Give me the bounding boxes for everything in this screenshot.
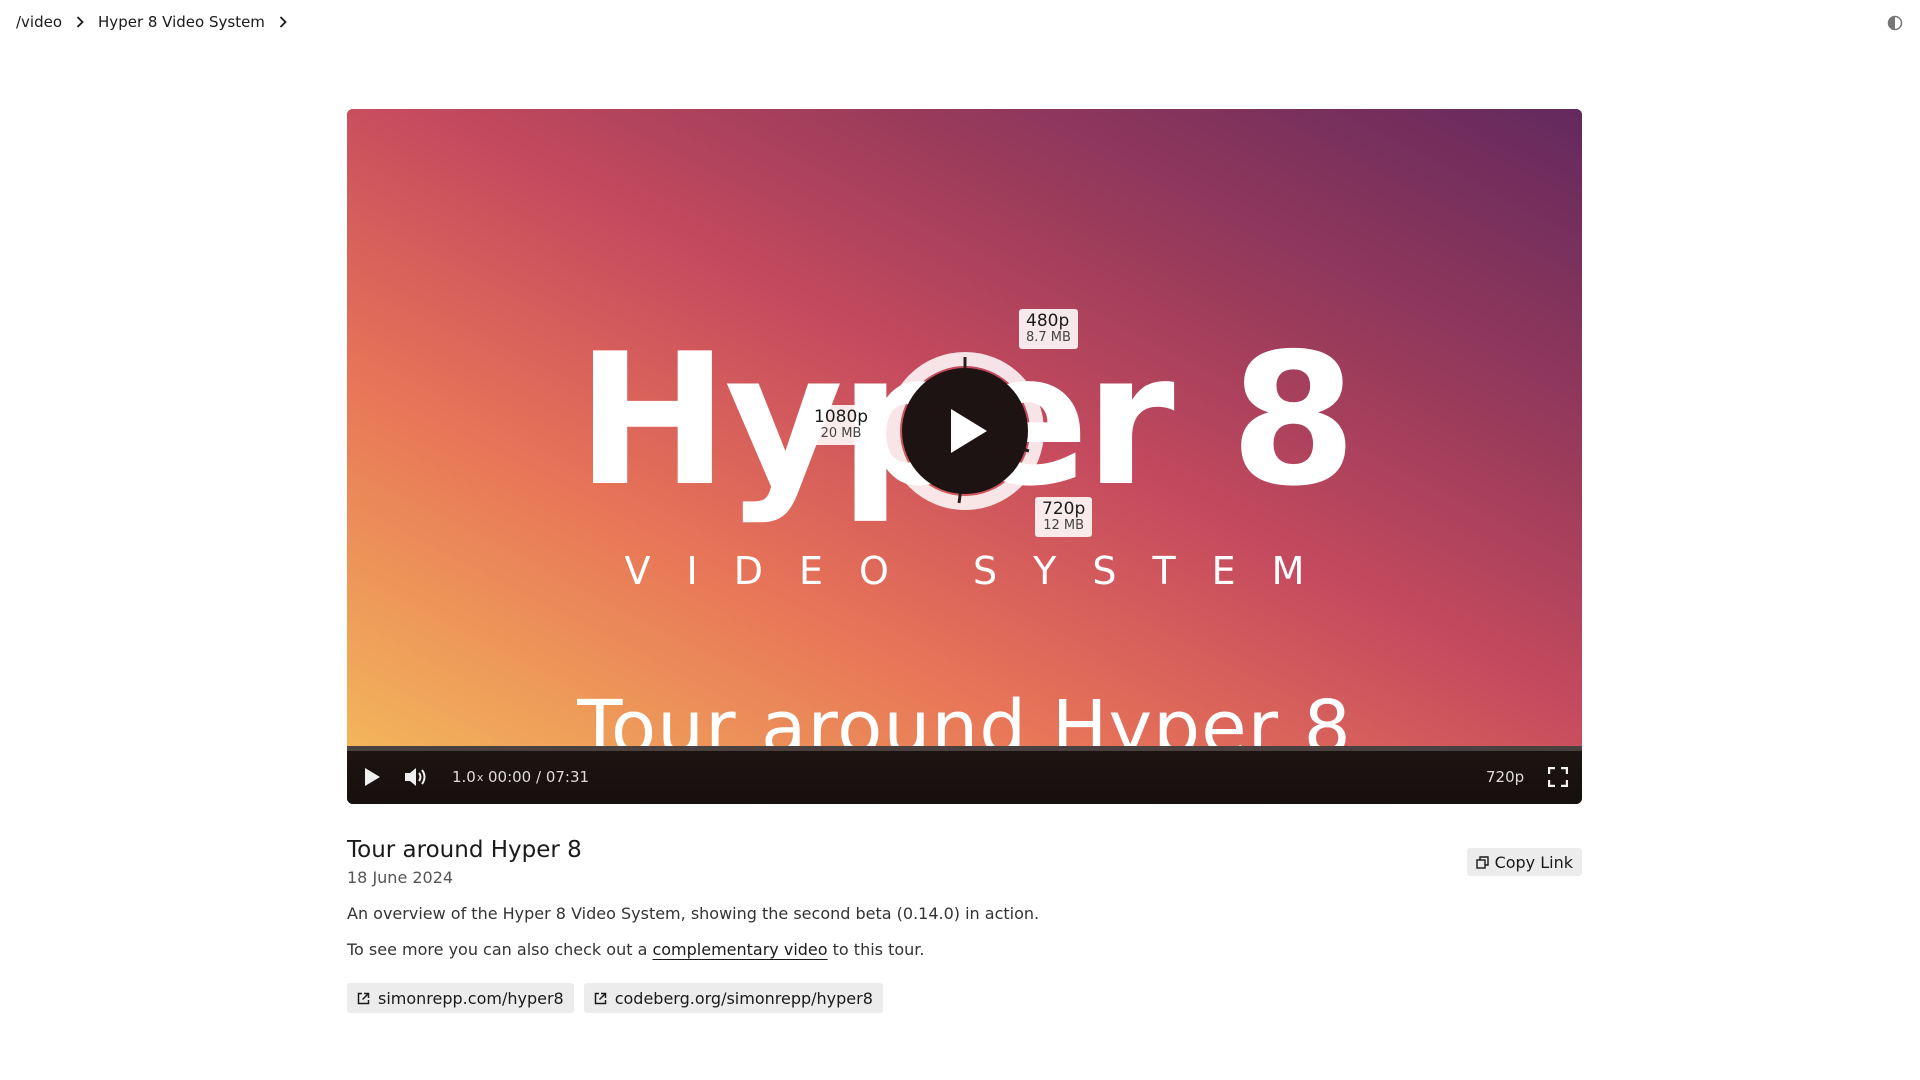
video-description: An overview of the Hyper 8 Video System,… [347, 904, 1040, 923]
breadcrumb-hyper8[interactable]: Hyper 8 Video System [98, 13, 265, 31]
external-links: simonrepp.com/hyper8 codeberg.org/simonr… [347, 983, 1582, 1013]
copy-link-button[interactable]: Copy Link [1466, 848, 1582, 876]
video-title: Tour around Hyper 8 [347, 837, 582, 863]
quality-option-720p[interactable]: 720p 12 MB [1035, 497, 1093, 537]
breadcrumb-video[interactable]: /video [16, 13, 62, 31]
fullscreen-icon [1548, 767, 1568, 787]
complementary-video-link[interactable]: complementary video [652, 940, 827, 959]
video-player[interactable]: Hyper 8 VIDEO SYSTEM Tour around Hyper 8… [347, 109, 1582, 804]
copy-icon [1475, 855, 1489, 869]
play-button[interactable] [885, 351, 1045, 511]
play-toggle-button[interactable] [357, 760, 387, 794]
theme-toggle-icon[interactable] [1886, 14, 1904, 32]
progress-bar[interactable] [347, 746, 1582, 751]
play-icon [365, 768, 380, 786]
video-poster[interactable]: Hyper 8 VIDEO SYSTEM Tour around Hyper 8… [347, 109, 1582, 765]
external-link-icon [594, 992, 606, 1004]
video-details: Tour around Hyper 8 18 June 2024 Copy Li… [347, 834, 1582, 1013]
link-codeberg[interactable]: codeberg.org/simonrepp/hyper8 [583, 983, 883, 1013]
poster-subtitle: VIDEO SYSTEM [624, 549, 1341, 593]
volume-button[interactable] [401, 760, 431, 794]
video-more: To see more you can also check out a com… [347, 940, 925, 959]
chevron-right-icon [279, 16, 287, 28]
external-link-icon [357, 992, 370, 1004]
quality-button[interactable]: 720p [1486, 760, 1524, 794]
volume-icon [405, 768, 426, 786]
player-controls: 1.0 x 00:00 / 07:31 720p [347, 746, 1582, 804]
playback-speed-button[interactable]: 1.0 x [452, 760, 483, 794]
video-date: 18 June 2024 [347, 868, 454, 887]
time-display: 00:00 / 07:31 [488, 768, 590, 786]
link-simonrepp[interactable]: simonrepp.com/hyper8 [347, 983, 574, 1013]
quality-option-1080p[interactable]: 1080p 20 MB [807, 405, 876, 445]
quality-option-480p[interactable]: 480p 8.7 MB [1019, 309, 1078, 349]
breadcrumb: /video Hyper 8 Video System [16, 10, 301, 34]
fullscreen-button[interactable] [1543, 760, 1573, 794]
chevron-right-icon [76, 16, 84, 28]
